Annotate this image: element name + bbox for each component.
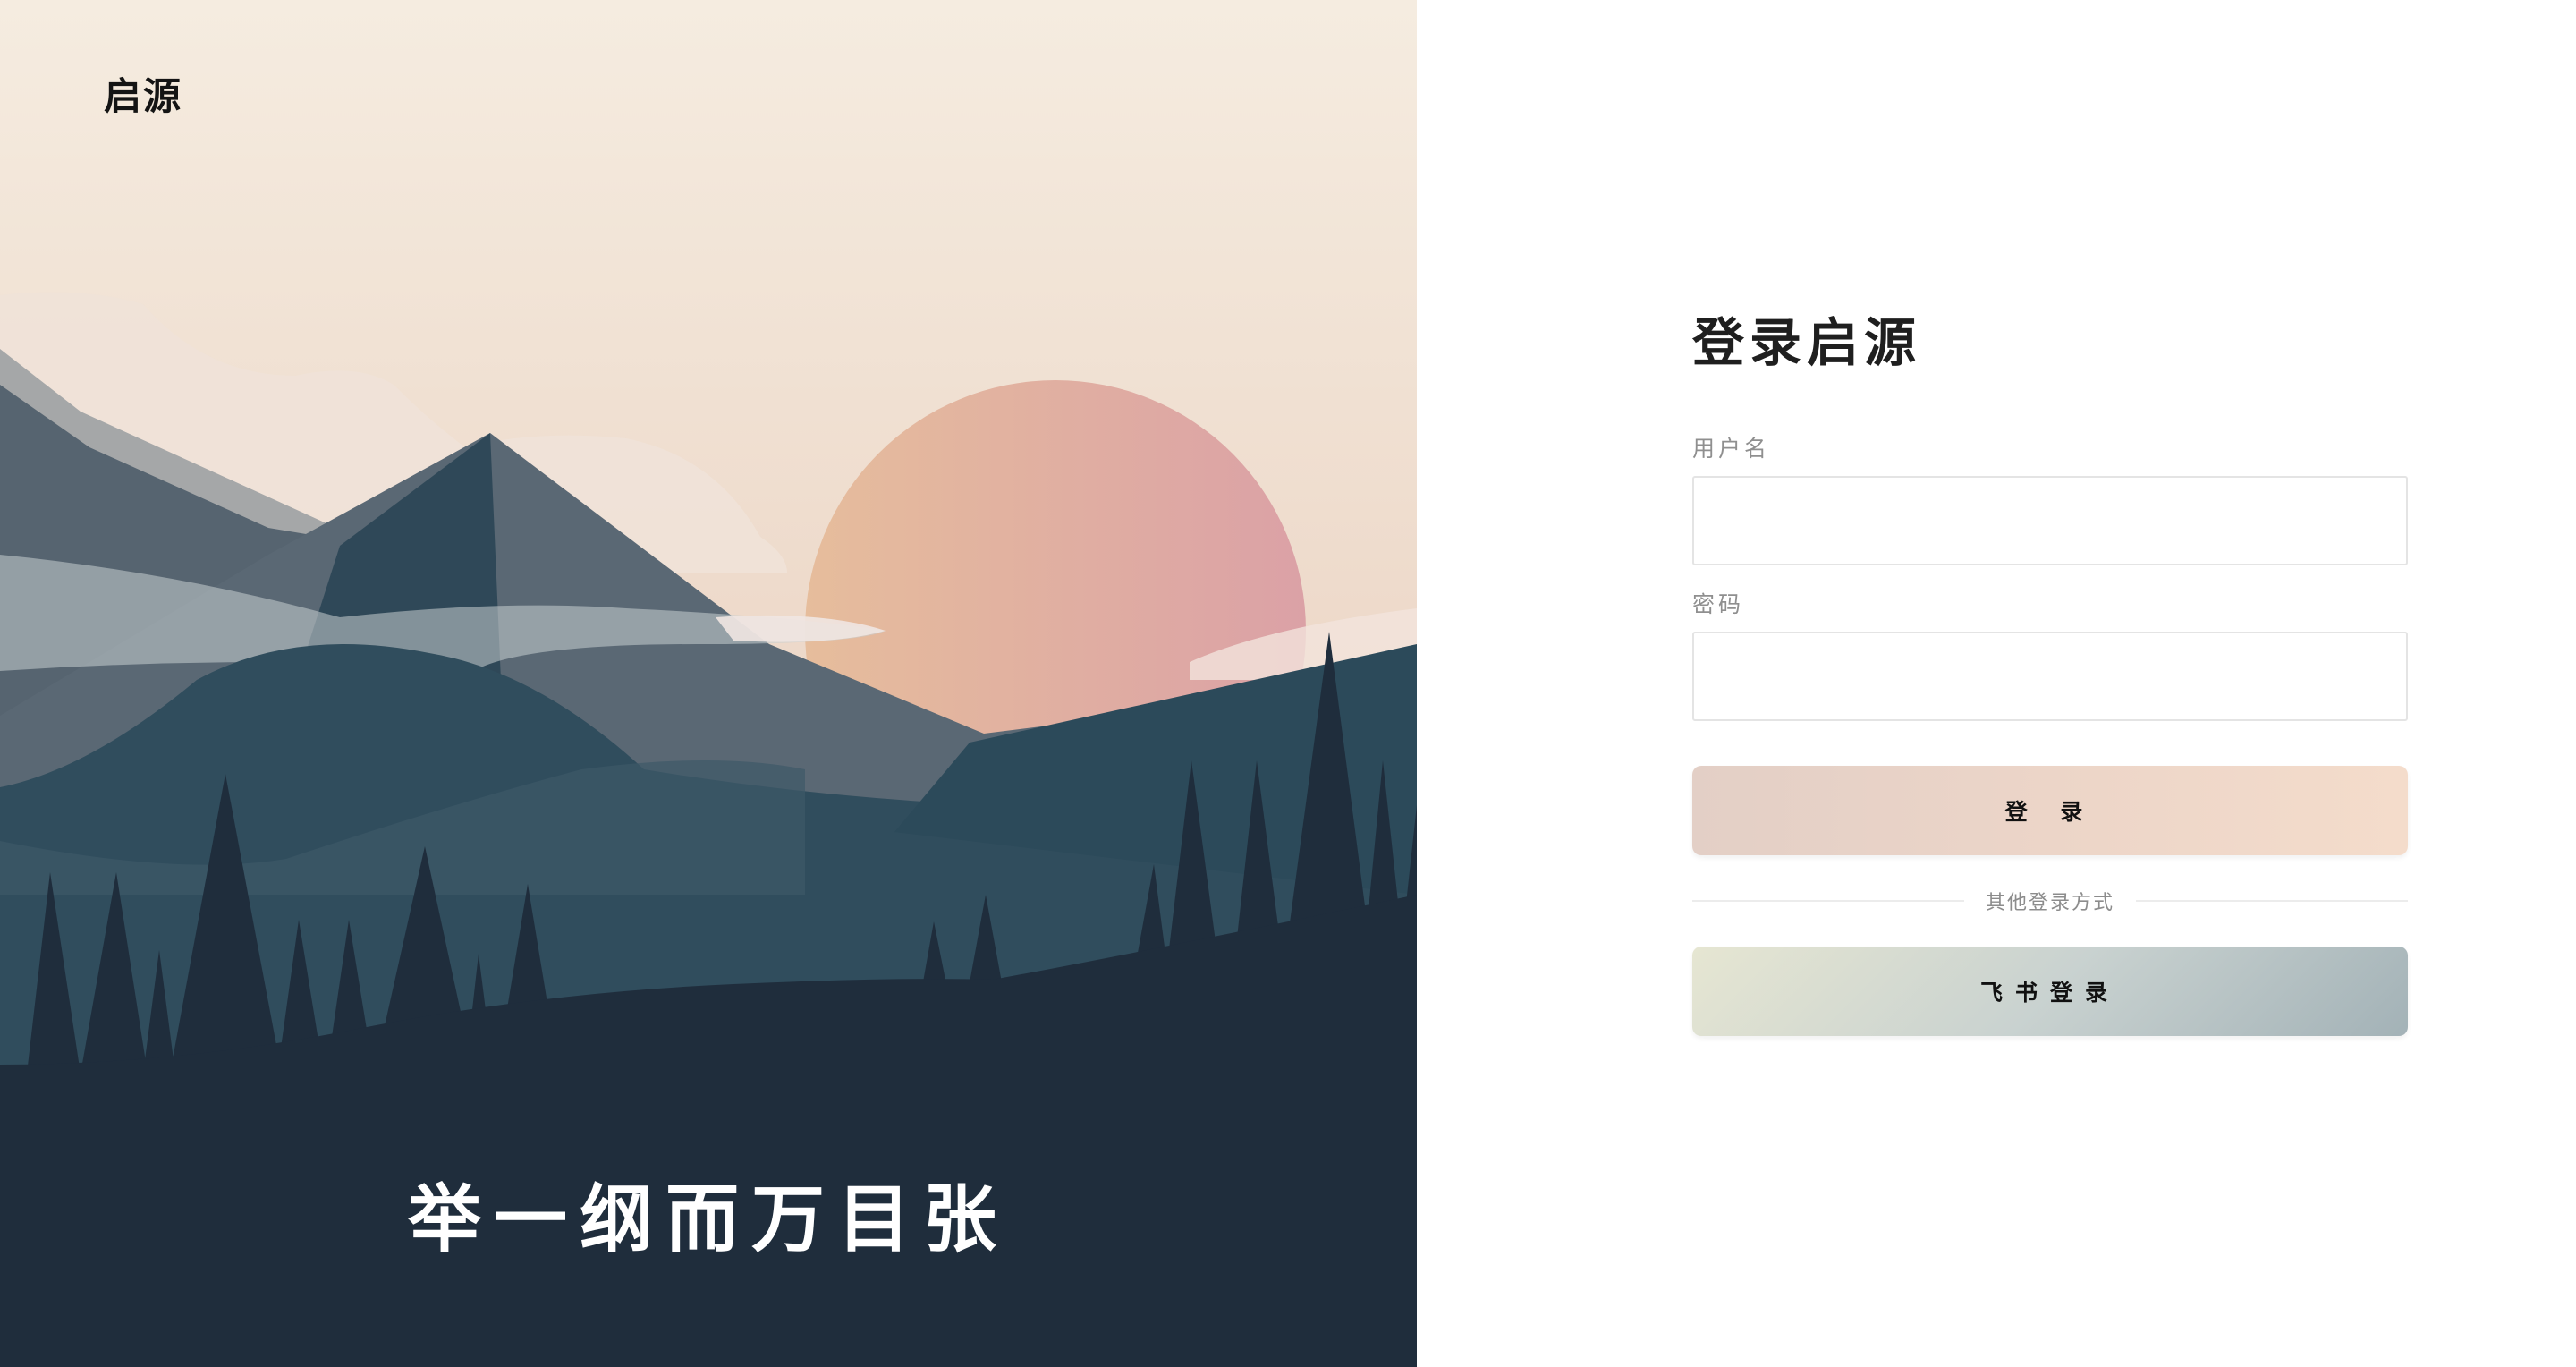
hero-illustration-panel: 启源 举一纲而万目张 — [0, 0, 1417, 1367]
password-label: 密码 — [1692, 591, 1745, 617]
divider-line-left — [1692, 900, 1964, 902]
login-page: 启源 举一纲而万目张 登录启源 用户名 密码 登 录 其他登录方式 飞书登录 — [0, 0, 2576, 1367]
brand-logo-text: 启源 — [104, 74, 183, 118]
feishu-login-button[interactable]: 飞书登录 — [1692, 947, 2408, 1036]
username-input[interactable] — [1692, 476, 2408, 565]
other-login-text: 其他登录方式 — [1986, 892, 2115, 914]
divider-line-right — [2136, 900, 2409, 902]
password-input[interactable] — [1692, 632, 2408, 721]
other-login-divider: 其他登录方式 — [1692, 879, 2409, 923]
username-label: 用户名 — [1692, 436, 1771, 462]
hero-slogan: 举一纲而万目张 — [407, 1176, 1009, 1262]
login-button[interactable]: 登 录 — [1692, 766, 2408, 855]
login-form: 登录启源 用户名 密码 登 录 其他登录方式 飞书登录 — [1692, 310, 2409, 1036]
login-title: 登录启源 — [1692, 312, 1922, 373]
login-panel: 登录启源 用户名 密码 登 录 其他登录方式 飞书登录 — [1417, 0, 2576, 1367]
